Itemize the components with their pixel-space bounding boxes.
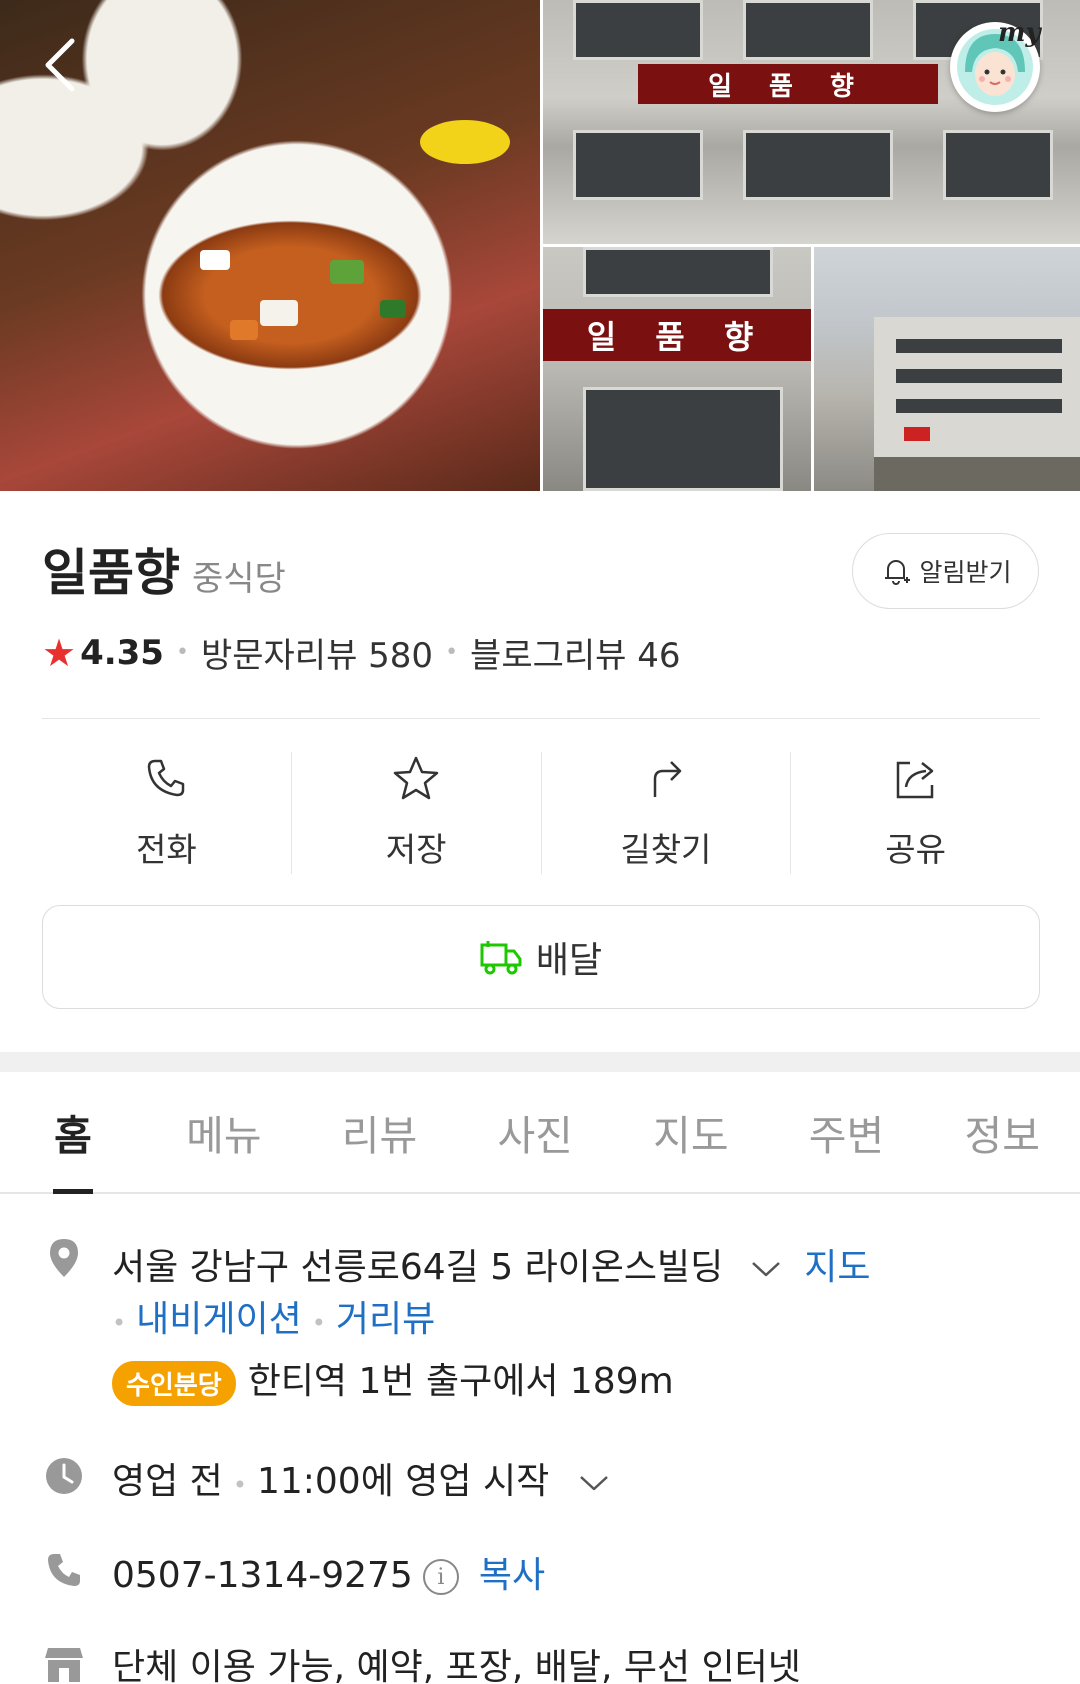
section-divider-band [0,1052,1080,1072]
phone-line: 0507-1314-9275 i 복사 [112,1546,545,1598]
photo-street-view[interactable] [814,247,1080,491]
carrot-piece [230,320,258,340]
tab-reviews[interactable]: 리뷰 [302,1072,458,1192]
share-label: 공유 [885,830,946,869]
building-window [573,0,703,60]
street-view-link[interactable]: 거리뷰 [336,1299,435,1340]
back-button[interactable] [30,30,90,100]
tab-photos[interactable]: 사진 [457,1072,613,1192]
map-link[interactable]: 지도 [804,1247,870,1288]
building-window [894,337,1064,355]
tab-map[interactable]: 지도 [613,1072,769,1192]
blog-reviews-link[interactable]: 블로그리뷰 46 [470,628,680,677]
store-sign: 일 품 향 [543,309,811,361]
building-window [583,247,773,297]
building-window [943,130,1053,200]
pickled-radish [420,120,510,164]
tab-info[interactable]: 정보 [924,1072,1080,1192]
phone-filled-icon [42,1548,86,1592]
call-button[interactable]: 전화 [42,752,291,874]
shop-sign [904,427,930,441]
delivery-truck-icon [480,941,522,975]
dish-image [140,210,440,380]
address-text: 서울 강남구 선릉로64길 5 라이온스빌딩 [112,1247,724,1288]
chevron-down-icon [579,1476,608,1491]
clock-icon [42,1454,86,1498]
street-level [874,457,1080,491]
directions-button[interactable]: 길찾기 [540,752,791,874]
location-pin-icon [42,1236,86,1280]
chevron-left-icon [45,38,75,92]
separator-dot: • [445,640,459,665]
onion-piece [260,300,298,326]
share-button[interactable]: 공유 [790,752,1040,874]
call-label: 전화 [136,830,197,869]
building-window [894,397,1064,415]
alarm-button[interactable]: 알림받기 [852,533,1039,609]
subway-line-badge: 수인분당 [112,1360,236,1406]
address-section: 서울 강남구 선릉로64길 5 라이온스빌딩 지도 • 내비게이션 • 거리뷰 수인분… [42,1236,1040,1406]
delivery-label: 배달 [535,940,603,981]
copy-button[interactable]: 복사 [479,1555,545,1596]
photo-sign-closeup[interactable]: 일 품 향 [543,247,811,491]
save-label: 저장 [385,830,447,869]
pepper-piece [330,260,364,284]
hours-status: 영업 전 [112,1461,223,1502]
store-icon [42,1642,86,1684]
chevron-down-icon[interactable] [749,1258,783,1280]
visitor-reviews-link[interactable]: 방문자리뷰 580 [201,628,433,677]
info-circle-icon[interactable]: i [422,1559,459,1595]
amenities-section: 단체 이용 가능, 예약, 포장, 배달, 무선 인터넷 [42,1638,1040,1684]
scallion-piece [380,300,406,318]
building-window [573,130,703,200]
place-category: 중식당 [192,559,286,599]
place-title-row: 일품향 중식당 [42,533,286,605]
tab-menu[interactable]: 메뉴 [146,1072,302,1192]
place-name: 일품향 [42,544,180,602]
my-label: my [998,18,1041,48]
hours-text: 11:00에 영업 시작 [256,1461,550,1502]
separator-dot: • [232,1471,247,1499]
subway-text: 한티역 1번 출구에서 189m [247,1361,674,1402]
rating-star-icon: ★ [42,630,77,675]
bell-plus-icon [885,560,911,585]
rating-score: 4.35 [80,632,164,673]
tab-nearby[interactable]: 주변 [769,1072,925,1192]
building-window [743,0,873,60]
separator-dot: • [175,640,189,665]
rating-row: ★ 4.35 • 방문자리뷰 580 • 블로그리뷰 46 [42,628,681,677]
navigation-link[interactable]: 내비게이션 [136,1299,302,1340]
address-line: 서울 강남구 선릉로64길 5 라이온스빌딩 지도 [112,1238,870,1290]
store-sign: 일 품 향 [638,64,938,104]
divider [42,718,1040,719]
separator-dot: • [311,1309,326,1337]
separator-dot: • [112,1309,127,1337]
subway-info: 수인분당 한티역 1번 출구에서 189m [112,1352,674,1406]
hours-section: 영업 전 • 11:00에 영업 시작 [42,1452,1040,1512]
my-profile-button[interactable]: my [950,18,1041,112]
tab-bar: 홈 메뉴 리뷰 사진 지도 주변 정보 [0,1072,1080,1194]
save-button[interactable]: 저장 [290,752,541,874]
amenities-text: 단체 이용 가능, 예약, 포장, 배달, 무선 인터넷 [112,1647,801,1684]
phone-icon [148,759,185,797]
building-window [583,387,783,491]
directions-icon [653,761,682,797]
onion-piece [200,250,230,270]
building-window [894,367,1064,385]
action-bar: 전화 저장 길찾기 공유 [42,752,1040,874]
address-links: • 내비게이션 • 거리뷰 [112,1290,435,1342]
hours-line[interactable]: 영업 전 • 11:00에 영업 시작 [112,1452,611,1504]
photo-gallery[interactable]: 일 품 향 일 품 향 my [0,0,1080,491]
delivery-button[interactable]: 배달 [42,905,1040,1009]
alarm-label: 알림받기 [919,558,1012,587]
building-window [743,130,893,200]
tab-home[interactable]: 홈 [0,1072,146,1194]
star-icon [393,756,439,800]
directions-label: 길찾기 [620,830,712,869]
share-icon [896,761,933,799]
phone-section: 0507-1314-9275 i 복사 [42,1546,1040,1606]
phone-number[interactable]: 0507-1314-9275 [112,1555,413,1596]
